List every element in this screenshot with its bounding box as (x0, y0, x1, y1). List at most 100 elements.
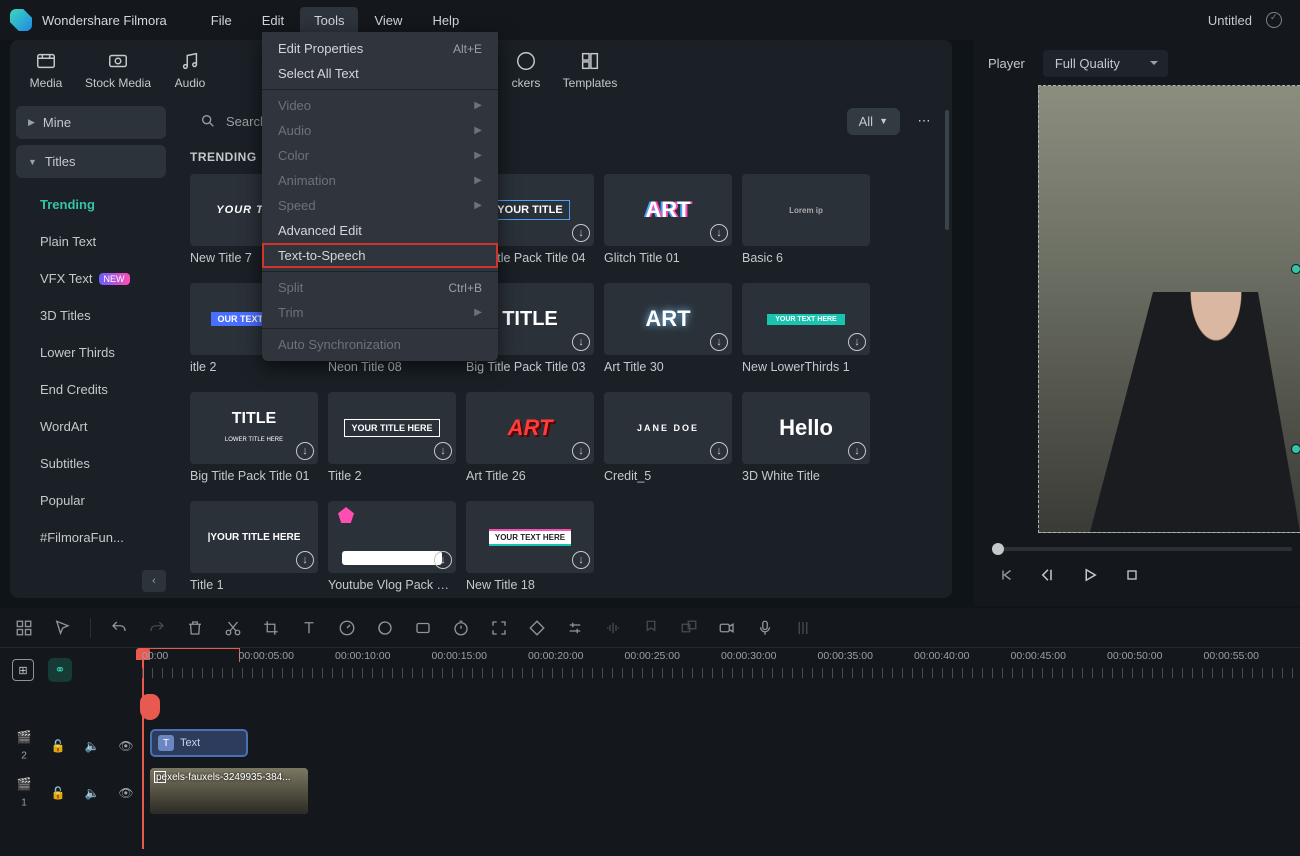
sidebar-mine[interactable]: ▶Mine (16, 106, 166, 139)
title-tile[interactable]: ARTArt Title 26 (466, 392, 594, 483)
tab-stock-media[interactable]: Stock Media (82, 46, 154, 98)
sidebar-item-wordart[interactable]: WordArt (16, 408, 164, 445)
menu-auto-sync[interactable]: Auto Synchronization (262, 332, 498, 357)
tab-media[interactable]: Media (10, 46, 82, 98)
title-tile[interactable]: ARTGlitch Title 01 (604, 174, 732, 265)
record-icon[interactable] (717, 618, 737, 638)
mask-icon[interactable] (413, 618, 433, 638)
mixer-icon[interactable] (793, 618, 813, 638)
mic-icon[interactable] (755, 618, 775, 638)
title-tile[interactable]: TITLELOWER TITLE HEREBig Title Pack Titl… (190, 392, 318, 483)
visibility-icon[interactable]: 👁 (116, 786, 136, 800)
sidebar-item-plain-text[interactable]: Plain Text (16, 223, 164, 260)
download-icon[interactable] (572, 442, 590, 460)
menu-trim[interactable]: Trim▶ (262, 300, 498, 325)
menu-split[interactable]: SplitCtrl+B (262, 275, 498, 300)
audio-wave-icon[interactable] (603, 618, 623, 638)
more-options-icon[interactable]: ⋯ (910, 107, 938, 135)
menu-video[interactable]: Video▶ (262, 93, 498, 118)
menu-tools[interactable]: Tools (300, 7, 358, 34)
track-type-icon[interactable]: 🎬1 (14, 777, 34, 808)
video-clip[interactable]: pexels-fauxels-3249935-384... (150, 768, 308, 814)
download-icon[interactable] (572, 551, 590, 569)
title-tile[interactable]: YOUR TITLE HERETitle 2 (328, 392, 456, 483)
menu-text-to-speech[interactable]: Text-to-Speech (262, 243, 498, 268)
playhead[interactable] (142, 649, 144, 849)
scrollbar[interactable] (945, 110, 949, 230)
sidebar-collapse-button[interactable]: ‹ (142, 570, 166, 592)
quality-dropdown[interactable]: Full Quality (1043, 50, 1168, 77)
sidebar-item-vfx-text[interactable]: VFX TextNEW (16, 260, 164, 297)
group-icon[interactable] (679, 618, 699, 638)
menu-help[interactable]: Help (418, 7, 473, 34)
download-icon[interactable] (710, 442, 728, 460)
undo-icon[interactable] (109, 618, 129, 638)
sidebar-titles[interactable]: ▼Titles (16, 145, 166, 178)
menu-edit[interactable]: Edit (248, 7, 298, 34)
lock-icon[interactable]: 🔓 (48, 786, 68, 800)
playhead-marker-icon[interactable] (140, 694, 160, 720)
preview-canvas[interactable] (1038, 85, 1300, 533)
marker-icon[interactable] (641, 618, 661, 638)
save-status-icon[interactable] (1266, 12, 1282, 28)
layout-icon[interactable] (14, 618, 34, 638)
download-icon[interactable] (434, 442, 452, 460)
tab-templates[interactable]: Templates (554, 46, 626, 98)
menu-select-all-text[interactable]: Select All Text (262, 61, 498, 86)
transform-handle-icon[interactable] (1291, 444, 1300, 454)
text-clip[interactable]: TText (150, 729, 248, 757)
title-tile[interactable]: Lorem ipBasic 6 (742, 174, 870, 265)
sidebar-item-popular[interactable]: Popular (16, 482, 164, 519)
download-icon[interactable] (434, 551, 452, 569)
menu-edit-properties[interactable]: Edit PropertiesAlt+E (262, 36, 498, 61)
cursor-icon[interactable] (52, 618, 72, 638)
download-icon[interactable] (296, 551, 314, 569)
download-icon[interactable] (710, 333, 728, 351)
play-button[interactable] (1080, 565, 1100, 585)
sidebar-item-lower-thirds[interactable]: Lower Thirds (16, 334, 164, 371)
track-type-icon[interactable]: 🎬2 (14, 730, 34, 761)
mute-icon[interactable]: 🔈 (82, 739, 102, 753)
redo-icon[interactable] (147, 618, 167, 638)
stop-button[interactable] (1122, 565, 1142, 585)
title-tile[interactable]: JANE DOECredit_5 (604, 392, 732, 483)
timer-icon[interactable] (451, 618, 471, 638)
sidebar-item-filmorafun[interactable]: #FilmoraFun... (16, 519, 164, 556)
timeline-ruler[interactable]: 00:00 00:00:05:00 00:00:10:00 00:00:15:0… (0, 648, 1300, 678)
title-tile[interactable]: |YOUR TITLE HERETitle 1 (190, 501, 318, 592)
menu-view[interactable]: View (360, 7, 416, 34)
sidebar-item-end-credits[interactable]: End Credits (16, 371, 164, 408)
sidebar-item-3d-titles[interactable]: 3D Titles (16, 297, 164, 334)
prev-frame-button[interactable] (996, 565, 1016, 585)
title-tile[interactable]: ARTArt Title 30 (604, 283, 732, 374)
keyframe-icon[interactable] (527, 618, 547, 638)
tab-audio[interactable]: Audio (154, 46, 226, 98)
sidebar-item-trending[interactable]: Trending (16, 186, 164, 223)
menu-animation[interactable]: Animation▶ (262, 168, 498, 193)
filter-all[interactable]: All▼ (847, 108, 900, 135)
title-tile[interactable]: YOUR TEXT HERENew LowerThirds 1 (742, 283, 870, 374)
download-icon[interactable] (848, 333, 866, 351)
fit-icon[interactable] (489, 618, 509, 638)
menu-advanced-edit[interactable]: Advanced Edit (262, 218, 498, 243)
download-icon[interactable] (572, 224, 590, 242)
adjust-icon[interactable] (565, 618, 585, 638)
menu-audio[interactable]: Audio▶ (262, 118, 498, 143)
visibility-icon[interactable]: 👁 (116, 739, 136, 753)
title-tile[interactable]: Hello3D White Title (742, 392, 870, 483)
lock-icon[interactable]: 🔓 (48, 739, 68, 753)
tab-stickers[interactable]: ckers (498, 46, 554, 98)
menu-color[interactable]: Color▶ (262, 143, 498, 168)
color-icon[interactable] (375, 618, 395, 638)
download-icon[interactable] (572, 333, 590, 351)
title-tile[interactable]: YOUR TEXT HERENew Title 18 (466, 501, 594, 592)
menu-speed[interactable]: Speed▶ (262, 193, 498, 218)
mute-icon[interactable]: 🔈 (82, 786, 102, 800)
download-icon[interactable] (710, 224, 728, 242)
download-icon[interactable] (296, 442, 314, 460)
download-icon[interactable] (848, 442, 866, 460)
delete-icon[interactable] (185, 618, 205, 638)
menu-file[interactable]: File (197, 7, 246, 34)
crop-icon[interactable] (261, 618, 281, 638)
text-icon[interactable] (299, 618, 319, 638)
